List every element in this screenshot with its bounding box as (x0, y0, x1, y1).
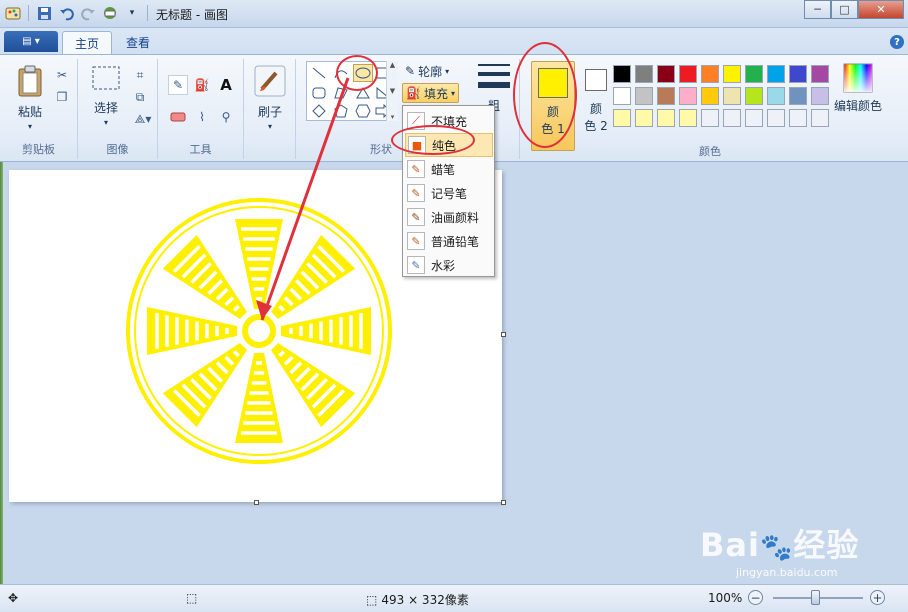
move-cursor-icon: ✥ (8, 591, 19, 605)
baidu-watermark-logo: Bai🐾经验 (700, 526, 860, 564)
fill-menu-item-4[interactable]: ✎ 油画颜料 (405, 205, 493, 229)
canvas-size-icon: ⬚ (366, 592, 378, 607)
watermark-url: jingyan.baidu.com (736, 566, 838, 579)
crayon-icon: ✎ (407, 160, 425, 178)
fill-menu-item-2[interactable]: ✎ 蜡笔 (405, 157, 493, 181)
fill-menu-item-label: 油画颜料 (431, 210, 480, 225)
fill-menu-item-5[interactable]: ✎ 普通铅笔 (405, 229, 493, 253)
fill-menu-item-label: 蜡笔 (431, 162, 456, 177)
zoom-level: 100% (708, 591, 743, 605)
zoom-slider-thumb[interactable] (811, 590, 820, 605)
zoom-in-icon[interactable]: + (870, 590, 885, 605)
highlight-circle-oval (336, 55, 378, 91)
pencil-icon: ✎ (407, 232, 425, 250)
fill-menu-item-label: 普通铅笔 (431, 234, 480, 249)
fill-menu-item-3[interactable]: ✎ 记号笔 (405, 181, 493, 205)
marker-icon: ✎ (407, 184, 425, 202)
oil-paint-icon: ✎ (407, 208, 425, 226)
fill-menu-item-label: 水彩 (431, 258, 456, 273)
watercolor-icon: ✎ (407, 256, 425, 274)
fill-menu-item-6[interactable]: ✎ 水彩 (405, 253, 493, 277)
canvas-size-indicator: ⬚ 493 × 332像素 (366, 591, 469, 608)
highlight-circle-solid-color (391, 125, 475, 155)
selection-size-icon: ⬚ (186, 591, 198, 605)
canvas-size-text: 493 × 332像素 (381, 593, 469, 607)
highlight-circle-color1 (513, 42, 577, 148)
status-bar: ✥ ⬚ ⬚ 493 × 332像素 100% − + (0, 584, 908, 612)
zoom-out-icon[interactable]: − (748, 590, 763, 605)
fill-menu-item-label: 记号笔 (431, 186, 468, 201)
